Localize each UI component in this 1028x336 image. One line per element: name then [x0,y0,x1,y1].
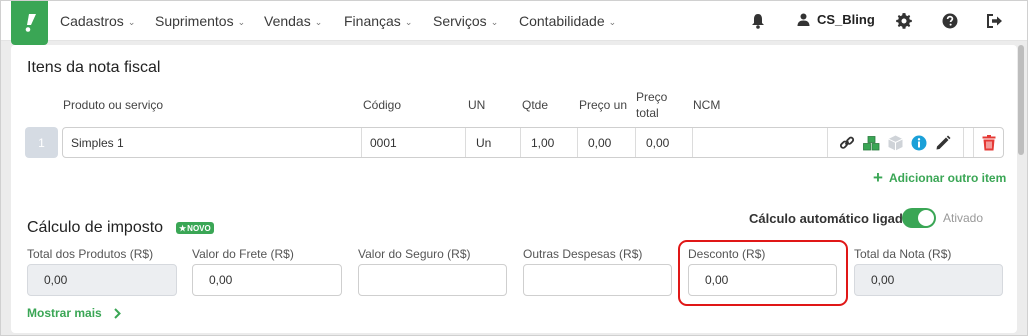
scrollbar[interactable] [1018,45,1024,331]
freight-label: Valor do Frete (R$) [192,247,294,261]
chevron-down-icon: ⌄ [608,16,617,27]
total-invoice-field: 0,00 [854,264,1003,296]
qty-input[interactable]: 1,00 [521,128,578,157]
cube-icon[interactable] [886,134,904,152]
items-section-title: Itens da nota fiscal [27,59,161,76]
scrollbar-thumb[interactable] [1018,45,1024,155]
app-window: Cadastros ⌄ Suprimentos ⌄ Vendas ⌄ Finan… [0,0,1028,336]
menu-label: Suprimentos [155,13,234,29]
add-item-label: Adicionar outro item [888,171,1007,185]
column-product: Produto ou serviço [63,98,164,112]
row-number: 1 [25,127,58,158]
auto-calc-toggle[interactable] [902,208,936,228]
plus-icon: + [873,168,883,187]
unit-price-input[interactable]: 0,00 [578,128,636,157]
logout-icon[interactable] [985,11,1005,31]
insurance-label: Valor do Seguro (R$) [358,247,471,261]
menu-label: Finanças [344,13,401,29]
boxes-icon[interactable] [862,134,880,152]
new-badge: ★ NOVO [176,222,214,234]
column-unit-price: Preço un [579,98,628,112]
column-qty: Qtde [522,98,549,112]
link-icon[interactable] [838,134,856,152]
toggle-knob [918,210,934,226]
total-price-input[interactable]: 0,00 [636,128,693,157]
menu-label: Vendas [264,13,311,29]
chevron-down-icon: ⌄ [127,16,136,27]
column-total-price: Preço total [636,89,667,121]
ncm-input[interactable] [693,128,828,157]
chevron-down-icon: ⌄ [314,16,323,27]
menu-suprimentos[interactable]: Suprimentos ⌄ [155,13,245,29]
menu-label: Cadastros [60,13,124,29]
show-more-label: Mostrar mais [27,306,102,320]
column-code: Código [363,98,402,112]
table-row: Simples 1 0001 Un 1,00 0,00 0,00 [62,127,1004,158]
menu-label: Serviços [433,13,487,29]
menu-financas[interactable]: Finanças ⌄ [344,13,412,29]
total-products-label: Total dos Produtos (R$) [27,247,154,261]
auto-calc-label: Cálculo automático ligado [749,211,911,226]
total-invoice-label: Total da Nota (R$) [854,247,952,261]
tax-section-title: Cálculo de imposto [27,219,164,236]
auto-calc-state: Ativado [943,211,984,225]
insurance-input[interactable] [358,264,507,296]
show-more-button[interactable]: Mostrar mais [27,306,121,320]
bell-icon[interactable] [748,11,768,31]
user-icon [797,13,810,26]
user-menu[interactable]: CS_Bling [797,12,875,27]
chevron-right-icon [113,307,121,319]
trash-icon[interactable] [973,128,1003,157]
menu-vendas[interactable]: Vendas ⌄ [264,13,322,29]
menu-contabilidade[interactable]: Contabilidade ⌄ [519,13,616,29]
gear-icon[interactable] [894,11,914,31]
other-expenses-label: Outras Despesas (R$) [523,247,643,261]
total-products-field: 0,00 [27,264,177,296]
column-total-price-line1: Preço [636,90,668,104]
freight-input[interactable]: 0,00 [192,264,342,296]
logo-icon [25,14,36,32]
info-icon[interactable] [910,134,928,152]
add-item-button[interactable]: + Adicionar outro item [873,168,1007,187]
column-ncm: NCM [693,98,721,112]
user-name: CS_Bling [817,12,875,27]
chevron-down-icon: ⌄ [237,16,246,27]
chevron-down-icon: ⌄ [490,16,499,27]
pencil-icon[interactable] [934,134,952,152]
discount-highlight [678,240,848,306]
column-total-price-line2: total [636,106,659,120]
menu-servicos[interactable]: Serviços ⌄ [433,13,498,29]
help-icon[interactable] [940,11,960,31]
invoice-card: Itens da nota fiscal Produto ou serviço … [11,45,1017,333]
top-navbar: Cadastros ⌄ Suprimentos ⌄ Vendas ⌄ Finan… [1,1,1027,45]
other-expenses-input[interactable] [523,264,672,296]
star-icon: ★ [179,223,187,233]
new-badge-label: NOVO [187,223,211,233]
menu-label: Contabilidade [519,13,605,29]
menu-cadastros[interactable]: Cadastros ⌄ [60,13,135,29]
chevron-down-icon: ⌄ [404,16,413,27]
bling-logo[interactable] [11,1,48,45]
column-unit: UN [468,98,486,112]
code-input[interactable]: 0001 [362,128,466,157]
unit-input[interactable]: Un [466,128,521,157]
product-input[interactable]: Simples 1 [63,128,362,157]
